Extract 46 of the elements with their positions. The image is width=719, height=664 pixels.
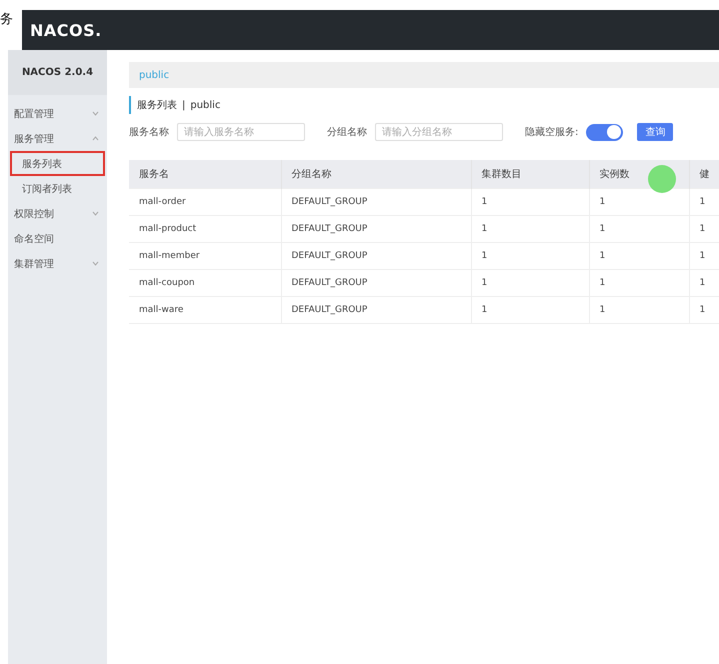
menu-item[interactable]: 集群管理: [8, 251, 107, 276]
version-label: NACOS 2.0.4: [22, 67, 94, 78]
field-label: 服务名称: [129, 126, 169, 139]
table-cell: 1: [471, 296, 589, 323]
table-cell: 1: [471, 242, 589, 269]
table-cell: 1: [589, 242, 689, 269]
submenu-item[interactable]: 订阅者列表: [10, 176, 105, 201]
query-button[interactable]: 查询: [637, 123, 674, 141]
column-header: 集群数目: [471, 160, 589, 188]
menu-item[interactable]: 服务管理: [8, 126, 107, 151]
field-label: 隐藏空服务:: [525, 126, 578, 139]
table-cell: 1: [589, 269, 689, 296]
chevron-down-icon: [92, 261, 99, 266]
table-cell: 1: [689, 188, 719, 215]
logo: NACOS.: [30, 20, 102, 40]
table-cell: 1: [471, 269, 589, 296]
table-cell: mall-member: [129, 242, 281, 269]
table-cell: 1: [589, 215, 689, 242]
table-cell: mall-order: [129, 188, 281, 215]
column-header: 服务名: [129, 160, 281, 188]
table-cell: mall-product: [129, 215, 281, 242]
table-cell: 1: [589, 296, 689, 323]
table-cell: DEFAULT_GROUP: [281, 242, 471, 269]
table-cell: DEFAULT_GROUP: [281, 215, 471, 242]
table-cell: DEFAULT_GROUP: [281, 188, 471, 215]
column-header: 分组名称: [281, 160, 471, 188]
page-title: 服务列表 | public: [129, 96, 719, 114]
cut-off-character: 务: [0, 11, 14, 29]
table-cell: 1: [471, 188, 589, 215]
table-cell: DEFAULT_GROUP: [281, 269, 471, 296]
column-header: 健: [689, 160, 719, 188]
table-cell: DEFAULT_GROUP: [281, 296, 471, 323]
menu-item[interactable]: 权限控制: [8, 201, 107, 226]
group-name-field[interactable]: 请输入分组名称: [375, 123, 503, 141]
service-name-field[interactable]: 请输入服务名称: [177, 123, 305, 141]
table-cell: mall-coupon: [129, 269, 281, 296]
field-label: 分组名称: [327, 126, 367, 139]
table-cell: 1: [471, 215, 589, 242]
chevron-down-icon: [92, 111, 99, 116]
chevron-down-icon: [92, 211, 99, 216]
toggle-switch[interactable]: [586, 124, 624, 140]
menu-item[interactable]: 配置管理: [8, 101, 107, 126]
submenu-item[interactable]: 服务列表: [10, 151, 105, 176]
chevron-up-icon: [92, 136, 99, 141]
menu-item[interactable]: 命名空间: [8, 226, 107, 251]
table-cell: mall-ware: [129, 296, 281, 323]
